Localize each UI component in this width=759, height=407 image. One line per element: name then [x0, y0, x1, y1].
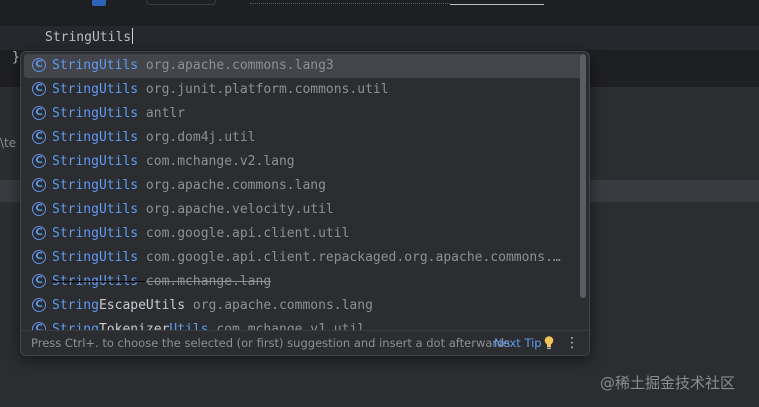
completion-item-label: StringUtils org.dom4j.util [52, 126, 256, 150]
completion-match-text: StringUtils [52, 154, 139, 169]
panel-path-fragment: \te [0, 136, 17, 150]
class-icon: C [32, 226, 46, 240]
completion-package: com.google.api.client.repackaged.org.apa… [145, 250, 561, 265]
completion-package: antlr [145, 106, 186, 121]
completion-item-label: StringUtils org.apache.velocity.util [52, 198, 334, 222]
watermark: @稀土掘金技术社区 [600, 374, 736, 392]
completion-item[interactable]: C StringEscapeUtils org.apache.commons.la… [24, 294, 581, 318]
completion-match-text: StringUtils [52, 226, 139, 241]
completion-item[interactable]: C StringUtils com.google.api.client.repac… [24, 246, 581, 270]
completion-item-label: StringUtils antlr [52, 102, 185, 126]
more-options-icon[interactable]: ⋮ [565, 334, 579, 352]
completion-package: org.apache.commons.lang [192, 298, 373, 313]
completion-item[interactable]: C StringUtils org.apache.commons.lang3 [24, 54, 581, 78]
completion-rest-text: Tokenizer [98, 322, 170, 330]
inlay-hint-box [146, 0, 216, 5]
underlined-code-fragment [450, 0, 544, 5]
code-completion-popup[interactable]: C StringUtils org.apache.commons.lang3 C St… [20, 51, 590, 356]
completion-item-label: StringUtils org.junit.platform.commons.u… [52, 78, 389, 102]
completion-item[interactable]: C StringUtils com.google.api.client.util [24, 222, 581, 246]
completion-match-text: Utils [169, 322, 209, 330]
class-icon: C [32, 202, 46, 216]
completion-package: org.apache.commons.lang3 [145, 58, 334, 73]
completion-item-label: StringEscapeUtils org.apache.commons.lan… [52, 294, 373, 318]
completion-package: org.junit.platform.commons.util [145, 82, 389, 97]
class-icon: C [32, 250, 46, 264]
completion-rest-text: EscapeUtils [98, 298, 186, 313]
class-icon: C [32, 58, 46, 72]
next-tip-link[interactable]: Next Tip [494, 336, 542, 350]
text-caret [132, 28, 134, 44]
closing-brace: } [12, 50, 20, 65]
completion-match-text: StringUtils [52, 202, 139, 217]
code-fragment [250, 0, 450, 4]
completion-item-label: StringUtils org.apache.commons.lang3 [52, 54, 334, 78]
completion-match-text: String [52, 322, 99, 330]
completion-match-text: StringUtils [52, 178, 139, 193]
completion-package: org.apache.velocity.util [145, 202, 334, 217]
completion-item-label: StringUtils com.mchange.v2.lang [52, 150, 295, 174]
completion-match-text: StringUtils [52, 130, 139, 145]
completion-package: com.google.api.client.util [145, 226, 350, 241]
completion-match-text: StringUtils [52, 58, 139, 73]
completion-item[interactable]: C StringUtils org.apache.velocity.util [24, 198, 581, 222]
completion-match-text: StringUtils [52, 82, 139, 97]
completion-list[interactable]: C StringUtils org.apache.commons.lang3 C St… [21, 52, 581, 330]
completion-item[interactable]: C StringUtils antlr [24, 102, 581, 126]
completion-package: com.mchange.v1.util [216, 322, 366, 330]
completion-match-text: String [52, 298, 99, 313]
completion-item-label: StringTokenizerUtils com.mchange.v1.util [52, 318, 365, 330]
class-icon: C [32, 82, 46, 96]
completion-match-text: StringUtils [52, 106, 139, 121]
completion-hint-text: Press Ctrl+. to choose the selected (or … [31, 336, 511, 350]
class-icon: C [32, 322, 46, 330]
completion-item[interactable]: C StringUtils org.dom4j.util [24, 126, 581, 150]
completion-item[interactable]: C StringUtils org.apache.commons.lang [24, 174, 581, 198]
completion-package: com.mchange.v2.lang [145, 154, 295, 169]
class-icon: C [32, 298, 46, 312]
editor-top-strip [0, 0, 759, 8]
completion-package: com.mchange.lang [145, 274, 272, 289]
completion-package: org.dom4j.util [145, 130, 256, 145]
completion-item-label: StringUtils com.google.api.client.util [52, 222, 349, 246]
class-icon: C [32, 130, 46, 144]
class-icon: C [32, 154, 46, 168]
completion-item[interactable]: C StringTokenizerUtils com.mchange.v1.uti… [24, 318, 581, 330]
completion-item-label: StringUtils com.google.api.client.repack… [52, 246, 561, 270]
class-icon: C [32, 178, 46, 192]
completion-match-text: StringUtils [52, 250, 139, 265]
class-icon: C [32, 106, 46, 120]
completion-match-text: StringUtils [52, 274, 139, 289]
gutter-marker [92, 0, 106, 6]
completion-footer: Press Ctrl+. to choose the selected (or … [21, 330, 589, 355]
class-icon: C [32, 274, 46, 288]
completion-item[interactable]: C StringUtils com.mchange.lang [24, 270, 581, 294]
completion-item[interactable]: C StringUtils org.junit.platform.commons.… [24, 78, 581, 102]
completion-item-label: StringUtils com.mchange.lang [52, 270, 271, 294]
completion-item-label: StringUtils org.apache.commons.lang [52, 174, 326, 198]
completion-package: org.apache.commons.lang [145, 178, 326, 193]
typed-code[interactable]: StringUtils [45, 28, 134, 48]
lightbulb-icon[interactable] [544, 335, 554, 351]
completion-scrollbar[interactable] [580, 54, 586, 298]
completion-item[interactable]: C StringUtils com.mchange.v2.lang [24, 150, 581, 174]
